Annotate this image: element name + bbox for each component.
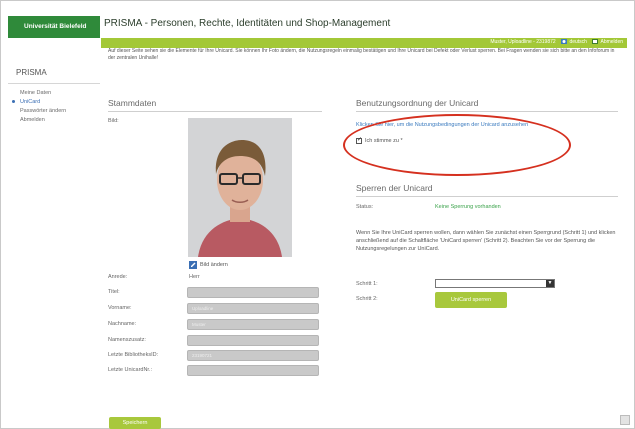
- sperrgrund-select[interactable]: ▼: [435, 279, 555, 288]
- sperren-heading: Sperren der Unicard: [356, 183, 618, 197]
- unicard-sperren-button[interactable]: UniCard sperren: [435, 292, 507, 308]
- logout-icon: [592, 39, 599, 44]
- step2-label: Schritt 2:: [356, 296, 378, 302]
- vorname-label: Vorname:: [108, 305, 132, 311]
- sperren-instructions: Wenn Sie Ihre UniCard sperren wollen, da…: [356, 230, 616, 252]
- logout-link[interactable]: Abmelden: [600, 39, 623, 45]
- bild-aendern-link[interactable]: Bild ändern: [189, 261, 228, 269]
- titel-field[interactable]: [187, 287, 319, 298]
- nachname-field[interactable]: Muster: [187, 319, 319, 330]
- nachname-label: Nachname:: [108, 321, 137, 327]
- language-icon: [561, 39, 568, 44]
- sidebar: PRISMA Meine Daten UniCard Passwörter än…: [8, 62, 100, 124]
- titel-label: Titel:: [108, 289, 120, 295]
- bibliotheks-id-field[interactable]: 23190721: [187, 350, 319, 361]
- stammdaten-heading: Stammdaten: [108, 98, 322, 112]
- anrede-label: Anrede:: [108, 274, 128, 280]
- unicard-nr-label: Letzte UnicardNr.:: [108, 367, 153, 373]
- edit-icon: [189, 261, 197, 269]
- bild-label: Bild:: [108, 118, 119, 124]
- app-title: PRISMA - Personen, Rechte, Identitäten u…: [104, 18, 391, 29]
- red-annotation-ellipse: [343, 114, 571, 176]
- vorname-field[interactable]: Uploadline: [187, 303, 319, 314]
- status-label: Status:: [356, 204, 374, 210]
- language-link[interactable]: deutsch: [569, 39, 587, 45]
- save-button[interactable]: Speichern: [109, 417, 161, 429]
- profile-photo: [188, 118, 292, 257]
- user-info: Muster, Uploadline - 2319872: [490, 39, 556, 45]
- sidebar-title: PRISMA: [8, 62, 100, 84]
- namenszusatz-label: Namenszusatz:: [108, 337, 146, 343]
- unicard-nr-field[interactable]: [187, 365, 319, 376]
- user-bar: Muster, Uploadline - 2319872 deutsch Abm…: [101, 38, 627, 48]
- step1-label: Schritt 1:: [356, 281, 378, 287]
- status-value: Keine Sperrung vorhanden: [435, 204, 501, 210]
- scroll-corner-icon[interactable]: [620, 415, 630, 425]
- sidebar-item-passwoerter[interactable]: Passwörter ändern: [8, 106, 100, 115]
- anrede-value: Herr: [189, 274, 200, 280]
- university-logo[interactable]: Universität Bielefeld: [8, 16, 100, 38]
- intro-text: Auf dieser Seite sehen sie die Elemente …: [108, 48, 615, 61]
- nutzungsordnung-heading: Benutzungsordnung der Unicard: [356, 98, 618, 112]
- sidebar-item-unicard[interactable]: UniCard: [8, 97, 100, 106]
- sidebar-item-meine-daten[interactable]: Meine Daten: [8, 88, 100, 97]
- bibliotheks-id-label: Letzte BibliotheksID:: [108, 352, 159, 358]
- namenszusatz-field[interactable]: [187, 335, 319, 346]
- chevron-down-icon: ▼: [546, 280, 554, 287]
- sidebar-item-abmelden[interactable]: Abmelden: [8, 115, 100, 124]
- bild-aendern-label: Bild ändern: [200, 262, 228, 268]
